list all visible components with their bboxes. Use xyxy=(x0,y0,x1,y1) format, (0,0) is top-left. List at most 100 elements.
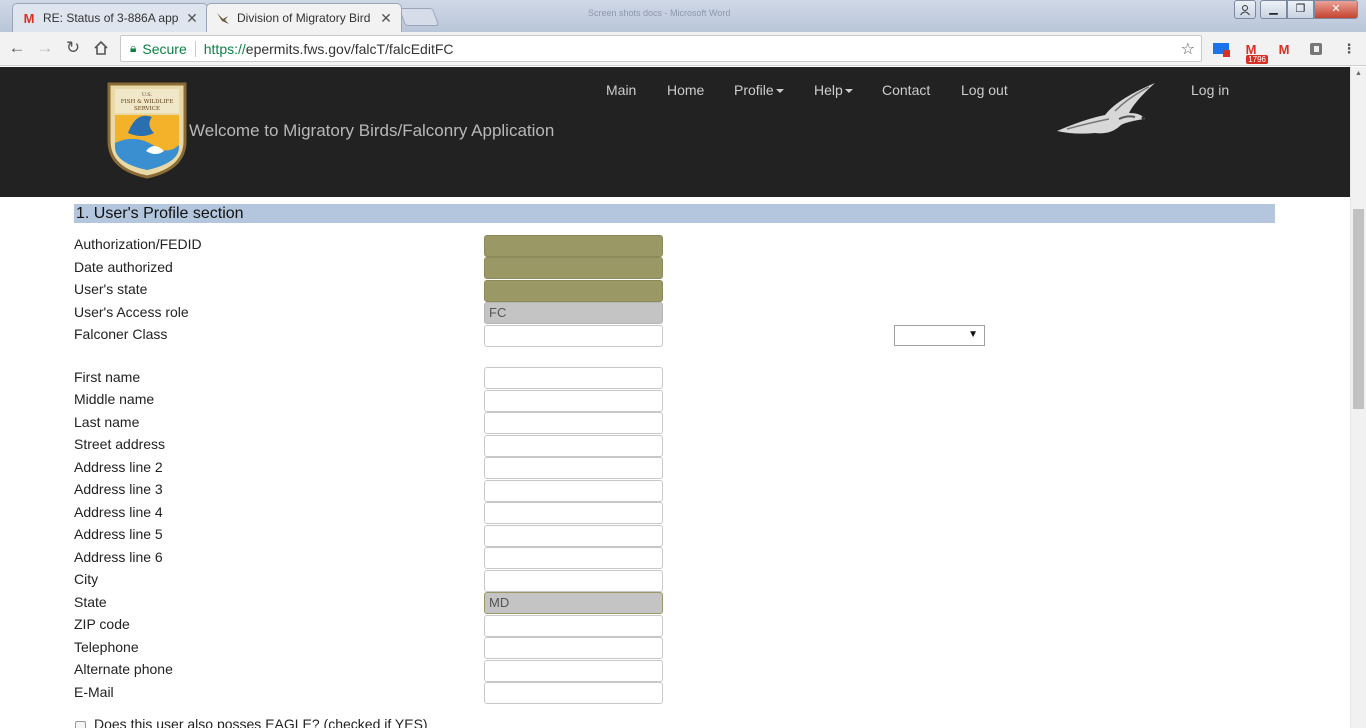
close-icon[interactable]: ✕ xyxy=(379,10,393,27)
nav-home[interactable]: Home xyxy=(667,82,704,98)
address-bar[interactable]: 🔒︎ Secure https:// epermits.fws.gov/falc… xyxy=(120,35,1202,62)
bookmark-star-icon[interactable]: ☆ xyxy=(1181,39,1195,59)
svg-text:FISH & WILDLIFE: FISH & WILDLIFE xyxy=(121,99,174,105)
nav-login[interactable]: Log in xyxy=(1191,82,1229,98)
nav-profile-dropdown[interactable]: Profile xyxy=(734,82,784,98)
url-path: epermits.fws.gov/falcT/falcEditFC xyxy=(245,40,454,57)
last-name-input[interactable] xyxy=(484,412,663,434)
label-user-state: User's state xyxy=(74,281,148,297)
gmail-icon: M xyxy=(23,10,35,26)
gmail-unread-badge: 1796 xyxy=(1246,55,1268,64)
extension-screen-icon[interactable] xyxy=(1210,38,1232,60)
close-icon[interactable]: ✕ xyxy=(185,10,199,27)
forward-arrow-icon[interactable]: → xyxy=(34,37,56,59)
falconer-class-select[interactable]: ▼ xyxy=(894,325,985,346)
reload-icon[interactable]: ↻ xyxy=(62,37,84,59)
user-state-field xyxy=(484,280,663,302)
fedid-field xyxy=(484,235,663,257)
url-scheme: https:// xyxy=(203,40,246,57)
page-scrollbar[interactable]: ▲ xyxy=(1350,67,1366,728)
state-field: MD xyxy=(484,592,663,614)
new-tab-button[interactable] xyxy=(398,8,440,26)
alternate-phone-input[interactable] xyxy=(484,660,663,682)
section-header: 1. User's Profile section xyxy=(74,204,1275,223)
secure-label: Secure xyxy=(142,40,187,57)
label-telephone: Telephone xyxy=(74,639,139,655)
label-email: E-Mail xyxy=(74,684,114,700)
label-zip: ZIP code xyxy=(74,616,130,632)
label-street-address: Street address xyxy=(74,436,166,452)
tab-migratory-birds[interactable]: Division of Migratory Bird ✕ xyxy=(206,3,402,32)
back-arrow-icon[interactable]: ← xyxy=(6,37,28,59)
street-address-input[interactable] xyxy=(484,435,663,457)
label-fedid: Authorization/FEDID xyxy=(74,236,202,252)
section-title: 1. User's Profile section xyxy=(76,205,244,222)
window-controls: ▁ ❐ ✕ xyxy=(1234,0,1358,19)
tab-gmail[interactable]: M RE: Status of 3-886A app ✕ xyxy=(12,3,208,32)
caret-down-icon xyxy=(844,89,853,94)
nav-help-dropdown[interactable]: Help xyxy=(814,82,853,98)
bird-icon xyxy=(215,10,231,26)
first-name-input[interactable] xyxy=(484,367,663,389)
maximize-button[interactable]: ❐ xyxy=(1287,0,1314,19)
tab-title: RE: Status of 3-886A app xyxy=(43,11,179,25)
label-date-authorized: Date authorized xyxy=(74,259,173,275)
falcon-image xyxy=(1057,83,1155,134)
nav-main[interactable]: Main xyxy=(606,82,636,98)
minimize-button[interactable]: ▁ xyxy=(1260,0,1287,19)
state-value: MD xyxy=(489,595,510,610)
close-window-button[interactable]: ✕ xyxy=(1314,0,1358,19)
label-falconer-class: Falconer Class xyxy=(74,326,168,342)
svg-text:U.S.: U.S. xyxy=(142,92,153,98)
tab-title: Division of Migratory Bird xyxy=(237,11,371,25)
chevron-down-icon: ▼ xyxy=(968,329,978,340)
caret-down-icon xyxy=(775,89,784,94)
address-line-2-input[interactable] xyxy=(484,457,663,479)
address-line-6-input[interactable] xyxy=(484,547,663,569)
nav-logout[interactable]: Log out xyxy=(961,82,1008,98)
scroll-thumb[interactable] xyxy=(1353,209,1364,409)
eagle-checkbox-label: Does this user also posses EAGLE? (check… xyxy=(94,716,428,728)
label-access-role: User's Access role xyxy=(74,304,189,320)
menu-dots-icon[interactable]: ⋮ xyxy=(1338,38,1360,60)
nav-help-label: Help xyxy=(814,82,843,98)
label-last-name: Last name xyxy=(74,414,140,430)
gmail-extension-icon[interactable]: M 1796 xyxy=(1240,38,1268,64)
eagle-checkbox[interactable] xyxy=(75,721,86,728)
window-title: Screen shots docs - Microsoft Word xyxy=(588,8,731,18)
email-input[interactable] xyxy=(484,682,663,704)
label-city: City xyxy=(74,571,99,587)
label-address-2: Address line 2 xyxy=(74,459,163,475)
nav-profile-label: Profile xyxy=(734,82,774,98)
label-alternate-phone: Alternate phone xyxy=(74,661,173,677)
gmail-notifier-icon[interactable]: M xyxy=(1273,38,1295,60)
svg-text:SERVICE: SERVICE xyxy=(134,106,160,112)
falconer-class-field[interactable] xyxy=(484,325,663,347)
date-authorized-field xyxy=(484,257,663,279)
browser-tab-strip: Screen shots docs - Microsoft Word M RE:… xyxy=(0,0,1366,32)
label-address-6: Address line 6 xyxy=(74,549,163,565)
label-address-4: Address line 4 xyxy=(74,504,163,520)
extension-grey-icon[interactable] xyxy=(1305,38,1327,60)
address-line-4-input[interactable] xyxy=(484,502,663,524)
label-middle-name: Middle name xyxy=(74,391,155,407)
scroll-up-arrow-icon[interactable]: ▲ xyxy=(1355,70,1362,77)
telephone-input[interactable] xyxy=(484,637,663,659)
middle-name-input[interactable] xyxy=(484,390,663,412)
zip-code-input[interactable] xyxy=(484,615,663,637)
site-header: U.S. FISH & WILDLIFE SERVICE Welcome to … xyxy=(0,67,1350,197)
label-address-3: Address line 3 xyxy=(74,481,163,497)
user-icon[interactable] xyxy=(1234,0,1256,19)
access-role-value: FC xyxy=(489,305,507,320)
welcome-title: Welcome to Migratory Birds/Falconry Appl… xyxy=(189,121,555,140)
usfws-logo: U.S. FISH & WILDLIFE SERVICE xyxy=(107,82,187,179)
home-icon[interactable] xyxy=(90,37,112,59)
lock-icon: 🔒︎ xyxy=(130,41,137,55)
label-address-5: Address line 5 xyxy=(74,526,163,542)
address-line-3-input[interactable] xyxy=(484,480,663,502)
nav-contact[interactable]: Contact xyxy=(882,82,930,98)
label-state: State xyxy=(74,594,107,610)
access-role-field: FC xyxy=(484,302,663,324)
city-input[interactable] xyxy=(484,570,663,592)
address-line-5-input[interactable] xyxy=(484,525,663,547)
